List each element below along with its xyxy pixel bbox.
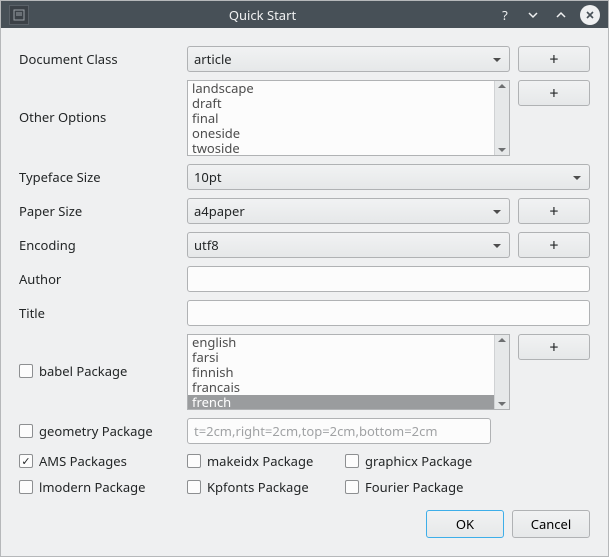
kpfonts-checkbox[interactable] xyxy=(187,480,201,494)
encoding-combo[interactable]: utf8 xyxy=(187,232,510,258)
geometry-checkbox[interactable] xyxy=(19,424,33,438)
list-item[interactable]: landscape xyxy=(188,81,494,96)
typeface-size-combo[interactable]: 10pt xyxy=(187,164,590,190)
fourier-checkbox[interactable] xyxy=(345,480,359,494)
document-class-add-button[interactable]: + xyxy=(518,46,590,72)
list-item[interactable]: twoside xyxy=(188,141,494,155)
ams-checkbox[interactable] xyxy=(19,454,33,468)
other-options-add-button[interactable]: + xyxy=(518,80,590,106)
paper-size-combo[interactable]: a4paper xyxy=(187,198,510,224)
dialog-footer: OK Cancel xyxy=(19,504,590,538)
typeface-size-label: Typeface Size xyxy=(19,168,179,186)
fourier-label: Fourier Package xyxy=(365,478,463,496)
geometry-label: geometry Package xyxy=(39,422,153,440)
graphicx-checkbox[interactable] xyxy=(345,454,359,468)
babel-checkbox[interactable] xyxy=(19,364,33,378)
author-input[interactable] xyxy=(187,266,590,292)
help-icon[interactable]: ? xyxy=(496,6,514,24)
minimize-icon[interactable] xyxy=(524,6,542,24)
lmodern-checkbox[interactable] xyxy=(19,480,33,494)
cancel-button[interactable]: Cancel xyxy=(512,510,590,538)
makeidx-checkbox[interactable] xyxy=(187,454,201,468)
graphicx-label: graphicx Package xyxy=(365,452,472,470)
list-item[interactable]: french xyxy=(188,395,494,409)
ams-label: AMS Packages xyxy=(39,452,127,470)
encoding-label: Encoding xyxy=(19,236,179,254)
title-input[interactable] xyxy=(187,300,590,326)
title-label: Title xyxy=(19,304,179,322)
scrollbar[interactable] xyxy=(494,335,509,409)
babel-label: babel Package xyxy=(39,362,127,380)
makeidx-label: makeidx Package xyxy=(207,452,313,470)
window-controls: ? xyxy=(496,5,600,25)
geometry-input[interactable] xyxy=(187,418,491,444)
author-label: Author xyxy=(19,270,179,288)
other-options-list[interactable]: landscapedraftfinalonesidetwoside xyxy=(187,80,510,156)
lmodern-label: lmodern Package xyxy=(39,478,145,496)
babel-add-button[interactable]: + xyxy=(518,334,590,360)
paper-size-add-button[interactable]: + xyxy=(518,198,590,224)
quick-start-dialog: Quick Start ? Document Class article + O… xyxy=(0,0,609,557)
paper-size-label: Paper Size xyxy=(19,202,179,220)
babel-options-list[interactable]: englishfarsifinnishfrancaisfrench xyxy=(187,334,510,410)
app-icon xyxy=(9,5,29,25)
encoding-add-button[interactable]: + xyxy=(518,232,590,258)
close-icon[interactable] xyxy=(580,5,600,25)
document-class-label: Document Class xyxy=(19,50,179,68)
kpfonts-label: Kpfonts Package xyxy=(207,478,309,496)
list-item[interactable]: english xyxy=(188,335,494,350)
list-item[interactable]: draft xyxy=(188,96,494,111)
content-area: Document Class article + Other Options l… xyxy=(1,28,608,556)
list-item[interactable]: francais xyxy=(188,380,494,395)
list-item[interactable]: farsi xyxy=(188,350,494,365)
titlebar: Quick Start ? xyxy=(1,1,608,28)
document-class-combo[interactable]: article xyxy=(187,46,510,72)
maximize-icon[interactable] xyxy=(552,6,570,24)
scrollbar[interactable] xyxy=(494,81,509,155)
ok-button[interactable]: OK xyxy=(426,510,504,538)
other-options-label: Other Options xyxy=(19,80,179,126)
window-title: Quick Start xyxy=(29,6,496,24)
